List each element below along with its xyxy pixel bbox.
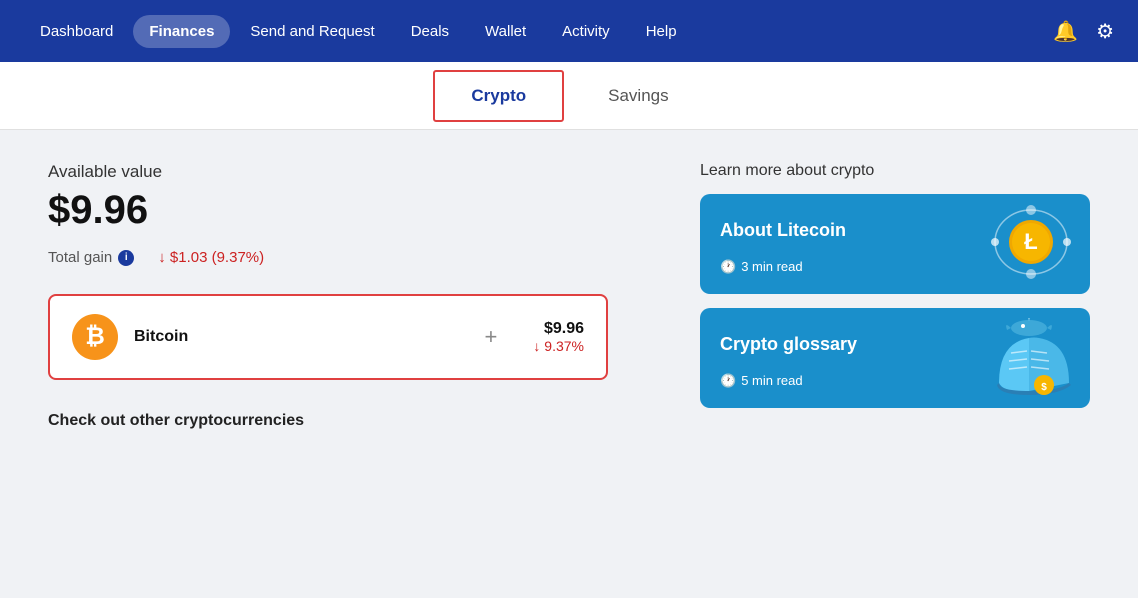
- right-panel: Learn more about crypto About Litecoin 🕐…: [700, 162, 1090, 566]
- main-content: Available value $9.96 Total gain i ↓ $1.…: [0, 130, 1138, 598]
- learn-title: Learn more about crypto: [700, 162, 1090, 180]
- glossary-illustration: $: [984, 318, 1074, 401]
- tab-bar: Crypto Savings: [0, 62, 1138, 130]
- total-gain-text: Total gain: [48, 249, 112, 266]
- bitcoin-card[interactable]: ₿ Bitcoin + $9.96 ↓ 9.37%: [48, 294, 608, 380]
- clock-icon-litecoin: 🕐: [720, 259, 736, 275]
- crypto-value: $9.96 ↓ 9.37%: [533, 320, 584, 354]
- tab-savings[interactable]: Savings: [568, 66, 708, 126]
- available-value: $9.96: [48, 188, 660, 233]
- glossary-read-time: 🕐 5 min read: [720, 373, 857, 389]
- nav-item-activity[interactable]: Activity: [546, 15, 626, 48]
- crypto-price: $9.96: [533, 320, 584, 338]
- nav-item-send-request[interactable]: Send and Request: [234, 15, 390, 48]
- left-panel: Available value $9.96 Total gain i ↓ $1.…: [48, 162, 660, 566]
- nav-item-dashboard[interactable]: Dashboard: [24, 15, 129, 48]
- nav-item-wallet[interactable]: Wallet: [469, 15, 542, 48]
- nav-item-help[interactable]: Help: [630, 15, 693, 48]
- bitcoin-icon: ₿: [72, 314, 118, 360]
- nav-items: Dashboard Finances Send and Request Deal…: [24, 15, 1053, 48]
- total-gain-label: Total gain i: [48, 249, 134, 266]
- gain-value: ↓ $1.03 (9.37%): [158, 249, 264, 266]
- bell-icon[interactable]: 🔔: [1053, 19, 1078, 44]
- plus-icon[interactable]: +: [485, 324, 498, 350]
- nav-item-deals[interactable]: Deals: [395, 15, 465, 48]
- available-label: Available value: [48, 162, 660, 182]
- glossary-card-content: Crypto glossary 🕐 5 min read: [720, 334, 857, 389]
- crypto-glossary-card[interactable]: Crypto glossary 🕐 5 min read: [700, 308, 1090, 408]
- tab-crypto[interactable]: Crypto: [433, 70, 564, 122]
- nav-icon-area: 🔔 ⚙: [1053, 19, 1114, 44]
- gear-icon[interactable]: ⚙: [1096, 19, 1114, 44]
- navbar: Dashboard Finances Send and Request Deal…: [0, 0, 1138, 62]
- check-other-label: Check out other cryptocurrencies: [48, 412, 660, 430]
- total-gain-row: Total gain i ↓ $1.03 (9.37%): [48, 249, 660, 266]
- litecoin-card-title: About Litecoin: [720, 220, 846, 241]
- clock-icon-glossary: 🕐: [720, 373, 736, 389]
- crypto-change: ↓ 9.37%: [533, 338, 584, 354]
- about-litecoin-card[interactable]: About Litecoin 🕐 3 min read: [700, 194, 1090, 294]
- svg-text:$: $: [1041, 382, 1047, 393]
- info-icon[interactable]: i: [118, 250, 134, 266]
- litecoin-read-time: 🕐 3 min read: [720, 259, 846, 275]
- nav-item-finances[interactable]: Finances: [133, 15, 230, 48]
- litecoin-card-content: About Litecoin 🕐 3 min read: [720, 220, 846, 275]
- svg-text:Ł: Ł: [1024, 229, 1037, 254]
- glossary-card-title: Crypto glossary: [720, 334, 857, 355]
- litecoin-illustration: Ł: [979, 204, 1074, 289]
- crypto-name: Bitcoin: [134, 328, 449, 346]
